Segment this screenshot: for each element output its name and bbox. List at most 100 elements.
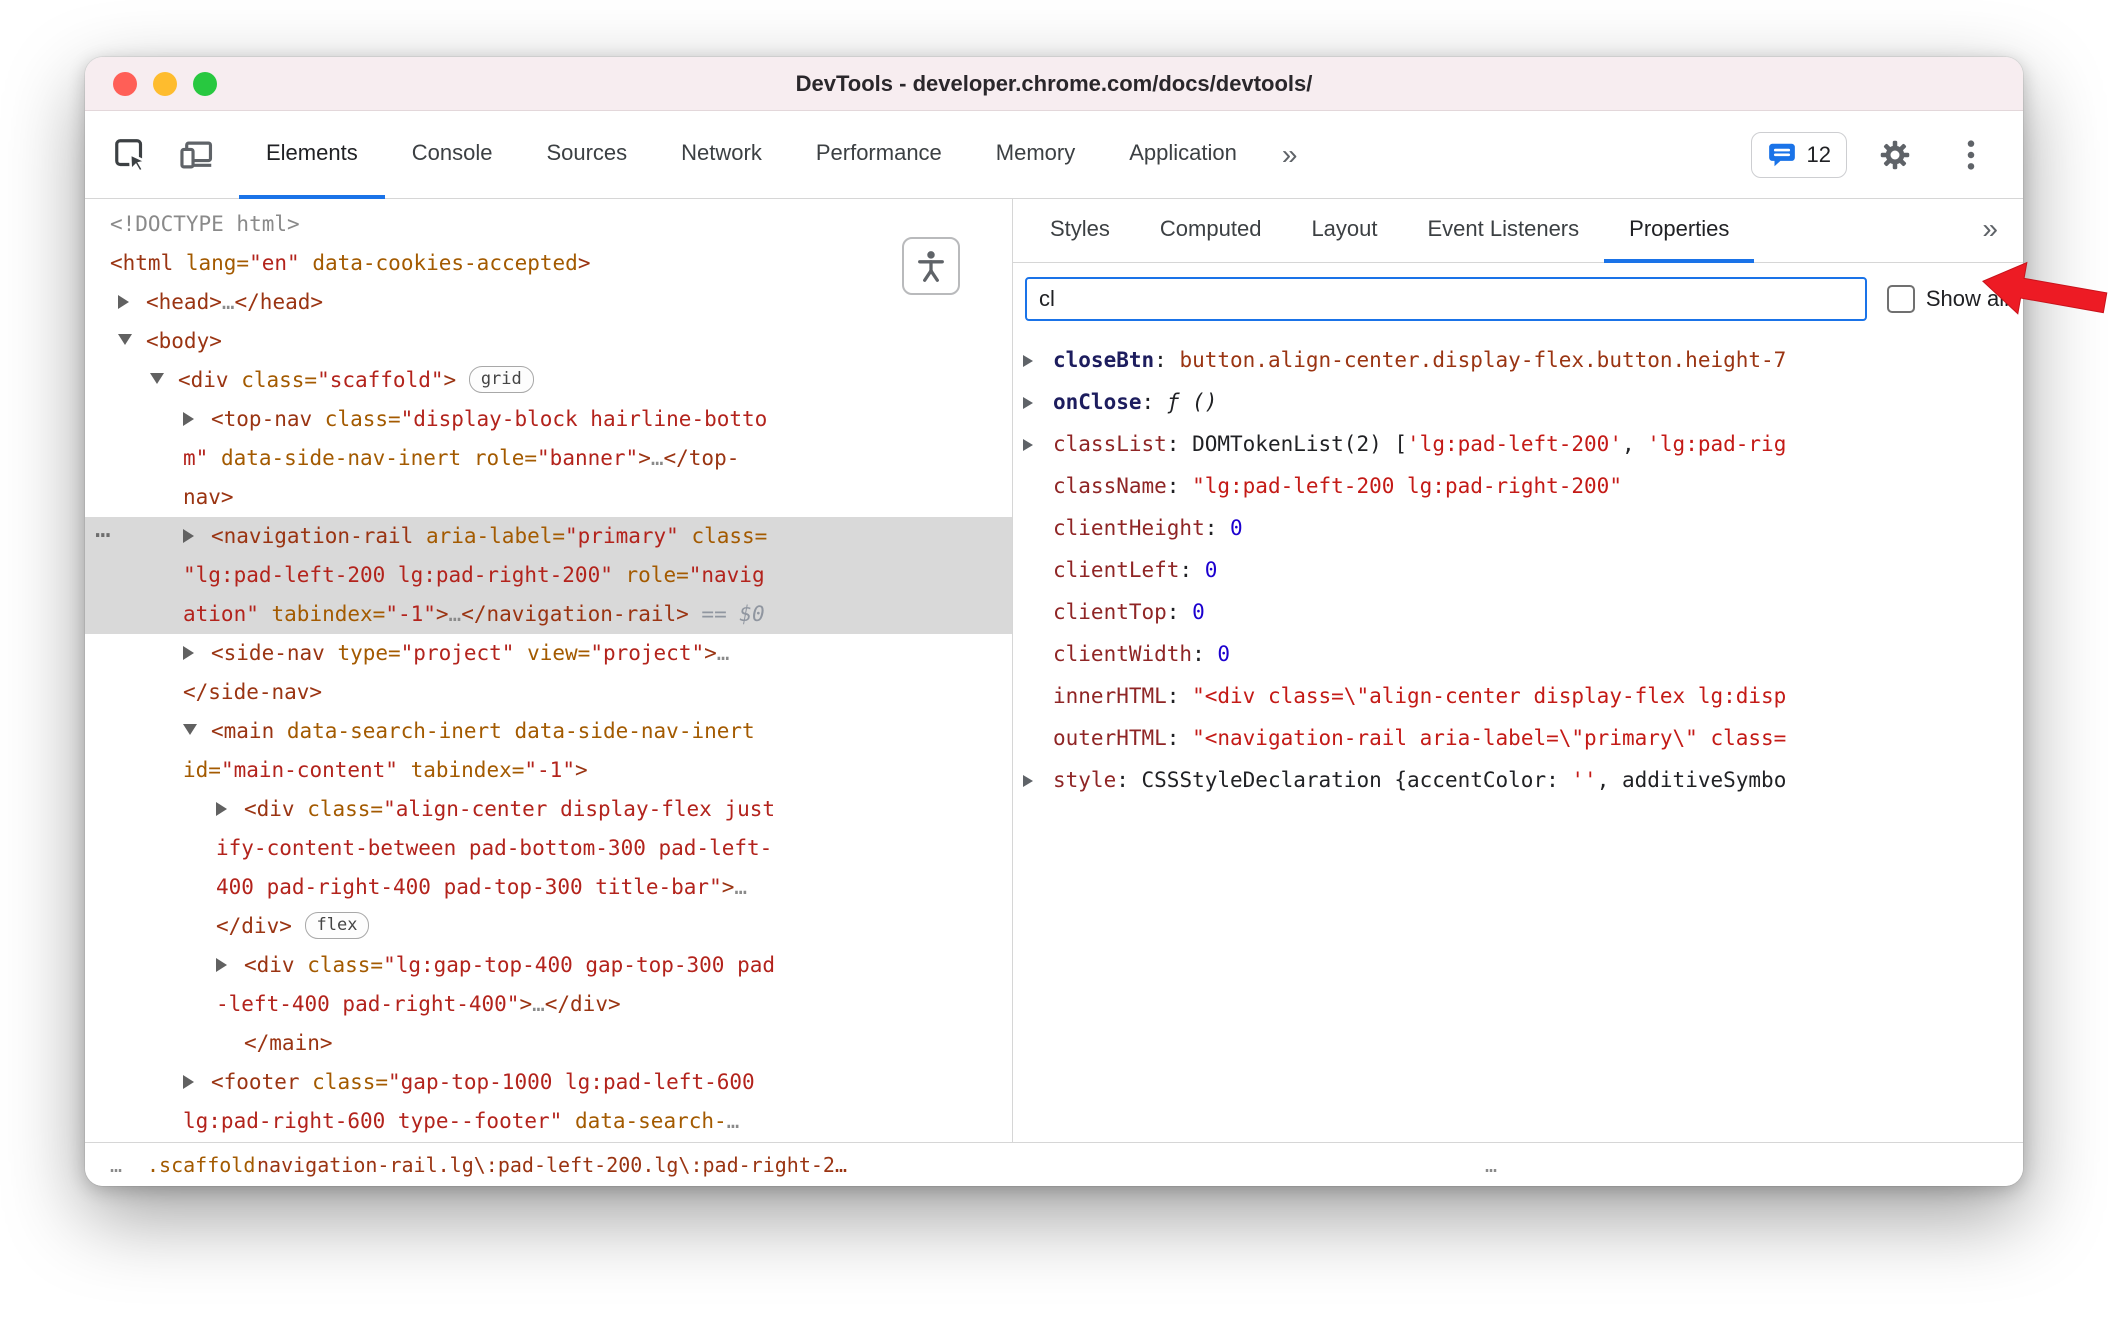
property-name: clientLeft (1053, 558, 1180, 582)
property-row-onclose[interactable]: onClose: ƒ () (1013, 381, 2023, 423)
dom-tree-node[interactable]: <side-nav type="project" view="project">… (85, 634, 1012, 712)
dom-tree-node[interactable]: <head>…</head> (85, 283, 1012, 322)
breadcrumb-item[interactable]: … (110, 1153, 122, 1177)
twisty-right-icon[interactable] (1023, 381, 1053, 423)
dom-tree-node[interactable]: <body> (85, 322, 1012, 361)
twisty-right-icon[interactable] (183, 400, 211, 439)
issues-badge[interactable]: 12 (1750, 131, 1847, 178)
property-value: button.align-center.display-flex.button.… (1179, 348, 1787, 372)
breadcrumb-item[interactable]: navigation-rail.lg\:pad-left-200.lg\:pad… (257, 1153, 847, 1177)
flex-badge[interactable]: flex (304, 912, 370, 939)
dom-tree-node[interactable]: <div class="scaffold"> grid (85, 361, 1012, 400)
property-row-classname[interactable]: className: "lg:pad-left-200 lg:pad-right… (1013, 465, 2023, 507)
dom-tree-node[interactable]: <top-nav class="display-block hairline-b… (85, 400, 1012, 517)
twisty-right-icon[interactable] (118, 283, 146, 322)
property-row-closebtn[interactable]: closeBtn: button.align-center.display-fl… (1013, 339, 2023, 381)
main-toolbar: Elements Console Sources Network Performance… (85, 111, 2023, 199)
tab-sources[interactable]: Sources (519, 111, 654, 199)
dom-tree-node[interactable]: <html lang="en" data-cookies-accepted> (85, 244, 1012, 283)
more-tabs-chevron-icon[interactable]: » (1264, 111, 1316, 198)
breadcrumb-item[interactable]: … (1485, 1153, 1497, 1177)
tab-network[interactable]: Network (654, 111, 789, 199)
property-row-outerhtml[interactable]: outerHTML: "<navigation-rail aria-label=… (1013, 717, 2023, 759)
property-colon: : (1154, 348, 1180, 372)
close-window-button[interactable] (113, 72, 137, 96)
property-row-clienttop[interactable]: clientTop: 0 (1013, 591, 2023, 633)
more-actions-icon[interactable]: … (95, 510, 112, 549)
tab-memory[interactable]: Memory (969, 111, 1102, 199)
code-segment: "project" (400, 641, 528, 665)
zoom-window-button[interactable] (193, 72, 217, 96)
property-value: , (1621, 432, 1648, 456)
dom-tree-node[interactable]: <!DOCTYPE html> (85, 205, 1012, 244)
twisty-down-icon[interactable] (150, 361, 178, 400)
minimize-window-button[interactable] (153, 72, 177, 96)
grid-badge[interactable]: grid (468, 366, 534, 393)
property-row-clientheight[interactable]: clientHeight: 0 (1013, 507, 2023, 549)
property-value: "lg:pad-left-200 lg:pad-right-200" (1192, 474, 1622, 498)
code-segment: "-1" (385, 602, 436, 626)
more-options-kebab-icon[interactable] (1943, 127, 1999, 183)
twisty-right-icon[interactable] (183, 517, 211, 556)
dom-tree-node[interactable]: <div class="align-center display-flex ju… (85, 790, 1012, 946)
code-segment: aria-label= (425, 524, 566, 548)
twisty-right-icon[interactable] (216, 946, 244, 985)
code-segment: class= (312, 1070, 389, 1094)
code-segment: </navigation-rail> (461, 602, 689, 626)
tab-properties[interactable]: Properties (1604, 199, 1755, 263)
code-segment: … (650, 446, 664, 470)
inspect-element-icon[interactable] (103, 127, 159, 183)
tab-computed[interactable]: Computed (1135, 199, 1287, 263)
code-segment: "main-content" (220, 758, 411, 782)
device-toolbar-icon[interactable] (169, 127, 225, 183)
property-value: '' (1571, 768, 1597, 792)
property-row-clientwidth[interactable]: clientWidth: 0 (1013, 633, 2023, 675)
property-name: clientTop (1053, 600, 1167, 624)
twisty-down-icon[interactable] (118, 322, 146, 361)
property-value: 0 (1192, 600, 1205, 624)
code-segment: </head> (234, 290, 324, 314)
show-all-checkbox[interactable] (1886, 285, 1915, 313)
code-segment: <div (178, 368, 242, 392)
twisty-right-icon[interactable] (1023, 339, 1053, 381)
property-value: 0 (1230, 516, 1243, 540)
settings-gear-icon[interactable] (1867, 127, 1923, 183)
twisty-right-icon[interactable] (216, 790, 244, 829)
titlebar: DevTools - developer.chrome.com/docs/dev… (85, 57, 2023, 111)
dom-tree-node-selected[interactable]: … <navigation-rail aria-label="primary" c… (85, 514, 1012, 634)
tab-application[interactable]: Application (1102, 111, 1264, 199)
twisty-down-icon[interactable] (183, 712, 211, 751)
breadcrumb-item[interactable]: .scaffold (147, 1153, 255, 1177)
property-colon: : (1166, 684, 1193, 708)
dom-tree-node[interactable]: <main data-search-inert data-side-nav-in… (85, 712, 1012, 790)
twisty-right-icon[interactable] (1023, 423, 1053, 465)
dom-tree-node[interactable]: <footer class="gap-top-1000 lg:pad-left-… (85, 1063, 1012, 1141)
tab-styles[interactable]: Styles (1025, 199, 1135, 263)
sidebar-tabs: Styles Computed Layout Event Listeners Prope… (1013, 199, 2023, 263)
property-row-style[interactable]: style: CSSStyleDeclaration {accentColor:… (1013, 759, 2023, 801)
panel-tabs: Elements Console Sources Network Performance… (239, 111, 1264, 199)
dom-tree-node[interactable]: <div class="lg:gap-top-400 gap-top-300 p… (85, 946, 1012, 1024)
property-row-classlist[interactable]: classList: DOMTokenList(2) ['lg:pad-left… (1013, 423, 2023, 465)
twisty-right-icon[interactable] (1023, 759, 1053, 801)
code-segment: role= (625, 563, 689, 587)
code-segment: > (704, 641, 717, 665)
tab-performance[interactable]: Performance (789, 111, 969, 199)
accessibility-icon[interactable] (902, 237, 960, 295)
code-segment: data-search- (574, 1109, 727, 1133)
property-row-clientleft[interactable]: clientLeft: 0 (1013, 549, 2023, 591)
tab-console[interactable]: Console (385, 111, 520, 199)
tab-elements[interactable]: Elements (239, 111, 385, 199)
code-segment: == $0 (688, 602, 765, 626)
property-row-innerhtml[interactable]: innerHTML: "<div class=\"align-center di… (1013, 675, 2023, 717)
code-segment: <side-nav (211, 641, 338, 665)
code-segment: > (435, 602, 449, 626)
tab-event-listeners[interactable]: Event Listeners (1403, 199, 1605, 263)
dom-tree-node[interactable]: </main> (85, 1024, 1012, 1063)
twisty-right-icon[interactable] (183, 1063, 211, 1102)
twisty-right-icon[interactable] (183, 634, 211, 673)
properties-filter-input[interactable] (1025, 277, 1867, 321)
property-value: 0 (1204, 558, 1218, 582)
code-segment: … (716, 641, 730, 665)
tab-layout[interactable]: Layout (1286, 199, 1402, 263)
